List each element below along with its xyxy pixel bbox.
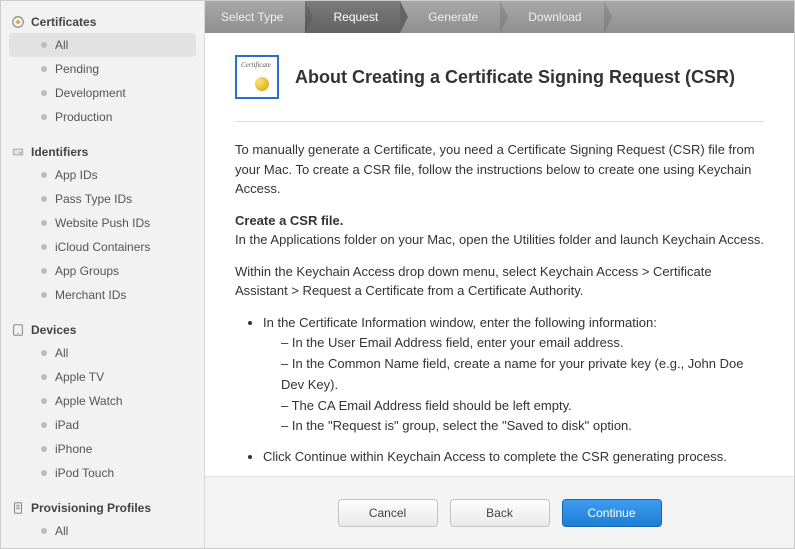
sidebar-item[interactable]: iPad bbox=[9, 413, 196, 437]
sidebar-item[interactable]: iPhone bbox=[9, 437, 196, 461]
sidebar-item[interactable]: All bbox=[9, 519, 196, 543]
content-area: Certificate About Creating a Certificate… bbox=[205, 33, 794, 476]
sidebar-item[interactable]: All bbox=[9, 33, 196, 57]
footer-bar: Cancel Back Continue bbox=[205, 476, 794, 548]
sidebar-item[interactable]: iCloud Containers bbox=[9, 235, 196, 259]
list-subitem: In the User Email Address field, enter y… bbox=[281, 333, 764, 354]
list-subitem: In the "Request is" group, select the "S… bbox=[281, 416, 764, 437]
sidebar: CertificatesAllPendingDevelopmentProduct… bbox=[1, 1, 205, 548]
group-icon bbox=[11, 501, 25, 515]
step-request[interactable]: Request bbox=[305, 1, 400, 33]
instruction-list: In the Certificate Information window, e… bbox=[263, 313, 764, 469]
sidebar-item[interactable]: Merchant IDs bbox=[9, 283, 196, 307]
step-download[interactable]: Download bbox=[500, 1, 603, 33]
back-button[interactable]: Back bbox=[450, 499, 550, 527]
sidebar-item[interactable]: All bbox=[9, 341, 196, 365]
intro-text: To manually generate a Certificate, you … bbox=[235, 140, 764, 199]
sidebar-group-title: Provisioning Profiles bbox=[1, 495, 204, 519]
group-icon bbox=[11, 15, 25, 29]
continue-button[interactable]: Continue bbox=[562, 499, 662, 527]
list-subitem: In the Common Name field, create a name … bbox=[281, 354, 764, 396]
step-select-type[interactable]: Select Type bbox=[205, 1, 305, 33]
sidebar-item[interactable]: Production bbox=[9, 105, 196, 129]
divider bbox=[235, 121, 764, 122]
page-title: About Creating a Certificate Signing Req… bbox=[295, 67, 735, 88]
list-item: Click Continue within Keychain Access to… bbox=[263, 447, 764, 468]
sidebar-item[interactable]: Development bbox=[9, 81, 196, 105]
sidebar-item[interactable]: Pass Type IDs bbox=[9, 187, 196, 211]
section-heading: Create a CSR file. bbox=[235, 213, 343, 228]
group-icon bbox=[11, 145, 25, 159]
sidebar-item[interactable]: App IDs bbox=[9, 163, 196, 187]
sidebar-item[interactable]: Website Push IDs bbox=[9, 211, 196, 235]
step-generate[interactable]: Generate bbox=[400, 1, 500, 33]
paragraph-2: Within the Keychain Access drop down men… bbox=[235, 262, 764, 301]
sidebar-group-title: Certificates bbox=[1, 9, 204, 33]
sidebar-item[interactable]: Pending bbox=[9, 57, 196, 81]
sidebar-group-title: Identifiers bbox=[1, 139, 204, 163]
sidebar-item[interactable]: Development bbox=[9, 543, 196, 548]
list-subitem: The CA Email Address field should be lef… bbox=[281, 396, 764, 417]
step-bar: Select TypeRequestGenerateDownload bbox=[205, 1, 794, 33]
sidebar-item[interactable]: Apple TV bbox=[9, 365, 196, 389]
sidebar-item[interactable]: iPod Touch bbox=[9, 461, 196, 485]
cancel-button[interactable]: Cancel bbox=[338, 499, 438, 527]
list-item: In the Certificate Information window, e… bbox=[263, 313, 764, 438]
paragraph-1: In the Applications folder on your Mac, … bbox=[235, 232, 764, 247]
sidebar-item[interactable]: App Groups bbox=[9, 259, 196, 283]
certificate-icon: Certificate bbox=[235, 55, 279, 99]
sidebar-item[interactable]: Apple Watch bbox=[9, 389, 196, 413]
group-icon bbox=[11, 323, 25, 337]
sidebar-group-title: Devices bbox=[1, 317, 204, 341]
